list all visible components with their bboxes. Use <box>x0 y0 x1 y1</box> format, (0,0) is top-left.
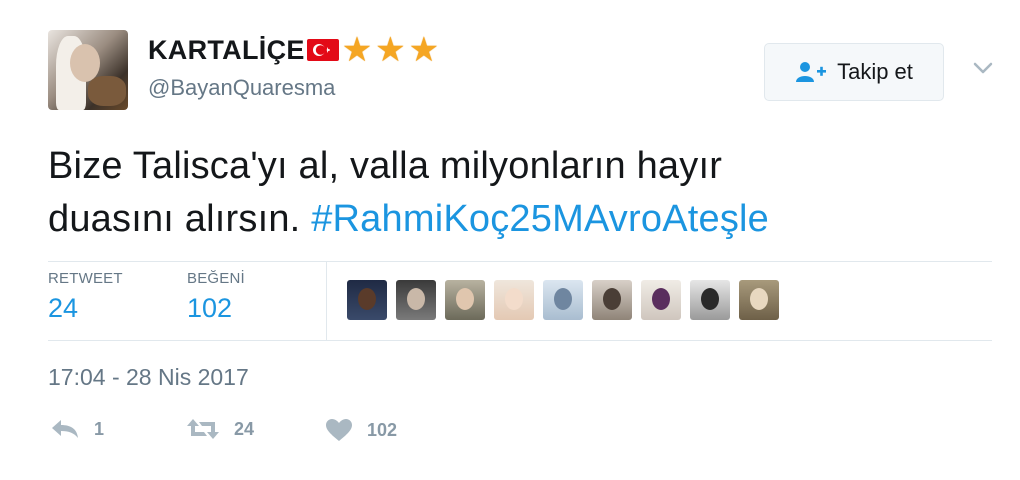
liker-avatar[interactable] <box>543 280 583 320</box>
star-icon: ★ <box>341 31 373 69</box>
retweet-stat[interactable]: RETWEET 24 <box>48 270 123 324</box>
retweet-stat-count: 24 <box>48 293 79 323</box>
add-user-icon <box>796 62 827 82</box>
liker-avatar[interactable] <box>396 280 436 320</box>
tweet-text-line2: duasını alırsın. <box>48 198 312 240</box>
retweet-stat-label: RETWEET <box>48 270 123 287</box>
like-button[interactable]: 102 <box>325 418 397 442</box>
author-name-row: KARTALİÇE ★ ★ ★ <box>148 33 439 67</box>
retweet-button[interactable]: 24 <box>186 418 254 440</box>
turkey-flag-icon <box>306 39 339 61</box>
like-stat[interactable]: BEĞENİ 102 <box>187 270 245 324</box>
liker-avatar[interactable] <box>445 280 485 320</box>
heart-icon <box>326 419 352 441</box>
hashtag-link[interactable]: #RahmiKoç25MAvroAteşle <box>311 198 769 240</box>
divider-bottom <box>48 340 992 341</box>
chevron-down-icon[interactable] <box>972 60 994 76</box>
liker-avatar[interactable] <box>690 280 730 320</box>
divider-top <box>48 261 992 262</box>
liker-avatar[interactable] <box>641 280 681 320</box>
reply-icon <box>52 420 78 438</box>
liker-avatar[interactable] <box>592 280 632 320</box>
reply-count: 1 <box>94 418 105 439</box>
retweet-action-count: 24 <box>234 418 255 439</box>
liker-avatar[interactable] <box>347 280 387 320</box>
author-handle[interactable]: @BayanQuaresma <box>148 75 335 101</box>
liker-avatar[interactable] <box>739 280 779 320</box>
liker-avatar[interactable] <box>494 280 534 320</box>
author-display-name[interactable]: KARTALİÇE <box>148 35 305 66</box>
like-stat-label: BEĞENİ <box>187 270 245 287</box>
follow-button[interactable]: Takip et <box>764 43 944 101</box>
stats-separator <box>326 262 327 340</box>
star-icon: ★ <box>408 31 440 69</box>
star-icon: ★ <box>375 31 406 69</box>
tweet-text-line1: Bize Talisca'yı al, valla milyonların ha… <box>48 145 723 187</box>
likers-avatar-strip <box>347 280 779 320</box>
author-avatar[interactable] <box>48 30 128 110</box>
like-action-count: 102 <box>367 419 398 440</box>
follow-button-label: Takip et <box>837 59 913 84</box>
tweet-timestamp[interactable]: 17:04 - 28 Nis 2017 <box>48 364 249 391</box>
retweet-icon <box>187 419 219 439</box>
tweet-text: Bize Talisca'yı al, valla milyonların ha… <box>48 140 988 246</box>
like-stat-count: 102 <box>187 293 233 323</box>
reply-button[interactable]: 1 <box>50 418 104 440</box>
